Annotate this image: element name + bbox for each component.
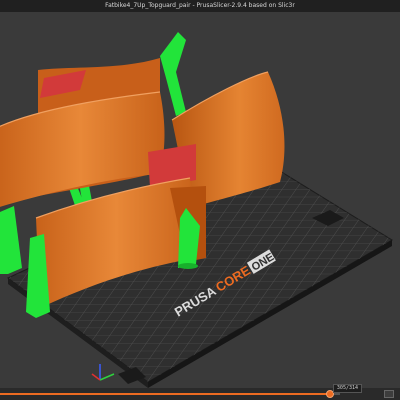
3d-viewport[interactable]: PRUSA CORE ONE <box>0 12 400 388</box>
prusaslicer-window: Fatbike4_7Up_Topguard_pair - PrusaSlicer… <box>0 0 400 400</box>
layer-slider-track[interactable] <box>0 390 340 398</box>
window-title: Fatbike4_7Up_Topguard_pair - PrusaSlicer… <box>0 0 400 12</box>
3d-scene[interactable]: PRUSA CORE ONE <box>0 12 400 388</box>
model-part-back[interactable] <box>0 58 165 208</box>
layers-settings-icon[interactable] <box>384 390 394 398</box>
xyz-axes-icon <box>91 364 115 381</box>
layer-readout: 305/314 <box>332 384 362 393</box>
layer-slider-fill <box>0 393 330 395</box>
